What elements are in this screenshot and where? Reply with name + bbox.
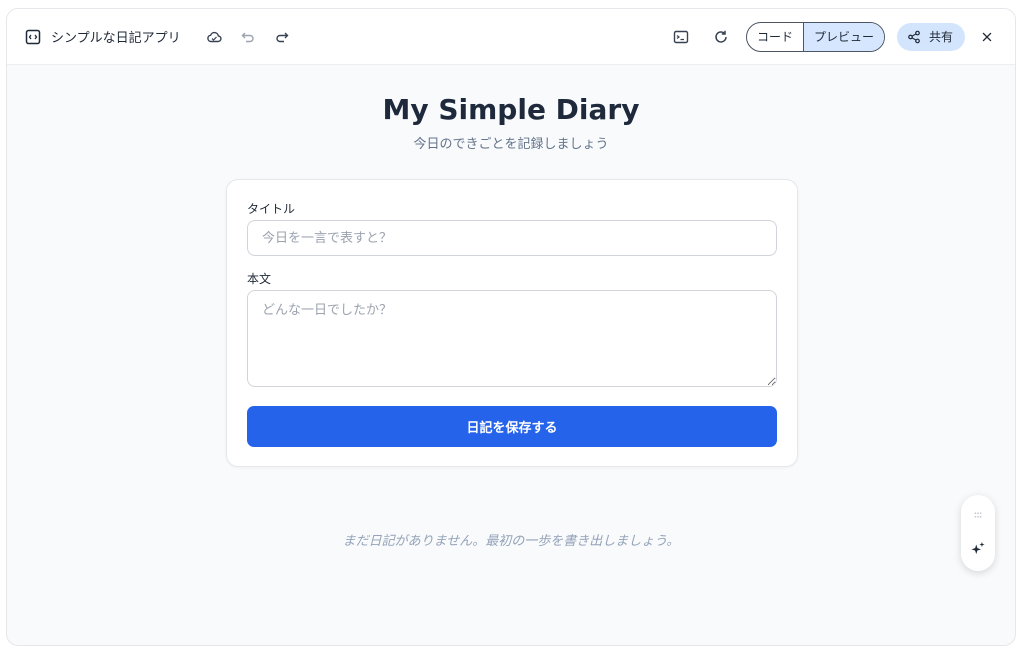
undo-icon (241, 32, 254, 42)
diary-form-card: タイトル 本文 日記を保存する (226, 179, 798, 467)
page-subtitle: 今日のできごとを記録しましょう (413, 137, 609, 152)
cloud-icon (206, 31, 222, 42)
title-input[interactable] (247, 220, 777, 256)
drag-handle-icon[interactable] (971, 507, 985, 526)
app-title: シンプルな日記アプリ (51, 31, 181, 46)
undo-button[interactable] (235, 24, 261, 50)
terminal-icon (673, 30, 689, 43)
share-label: 共有 (928, 30, 953, 44)
redo-button[interactable] (269, 24, 295, 50)
page-title: My Simple Diary (382, 93, 640, 126)
body-label: 本文 (247, 272, 272, 286)
sparkle-icon (971, 541, 985, 555)
body-textarea[interactable] (247, 290, 777, 387)
refresh-icon (715, 30, 727, 43)
tab-preview[interactable]: プレビュー (802, 22, 884, 51)
code-window-icon (25, 29, 41, 45)
cloud-save-button[interactable] (201, 24, 227, 50)
save-diary-button[interactable]: 日記を保存する (247, 406, 777, 447)
empty-entries-message: まだ日記がありません。最初の一歩を書き出しましょう。 (342, 534, 680, 549)
redo-icon (276, 32, 289, 42)
tab-code[interactable]: コード (747, 23, 803, 51)
close-button[interactable] (975, 25, 999, 49)
floating-assistant-panel (961, 495, 995, 571)
toolbar-right: コード プレビュー 共有 (660, 21, 999, 52)
share-icon (908, 30, 920, 43)
refresh-button[interactable] (708, 24, 734, 50)
share-button[interactable]: 共有 (896, 22, 965, 51)
sparkle-button[interactable] (971, 540, 985, 559)
toolbar-left: シンプルな日記アプリ (25, 24, 295, 50)
close-icon (982, 32, 992, 41)
top-toolbar: シンプルな日記アプリ コード プレビュー 共有 (7, 9, 1015, 65)
app-window: シンプルな日記アプリ コード プレビュー 共有 My Simple Diary … (6, 8, 1016, 646)
view-toggle: コード プレビュー (745, 21, 885, 52)
preview-area: My Simple Diary 今日のできごとを記録しましょう タイトル 本文 … (7, 65, 1015, 645)
terminal-button[interactable] (668, 24, 694, 50)
title-label: タイトル (247, 202, 296, 216)
